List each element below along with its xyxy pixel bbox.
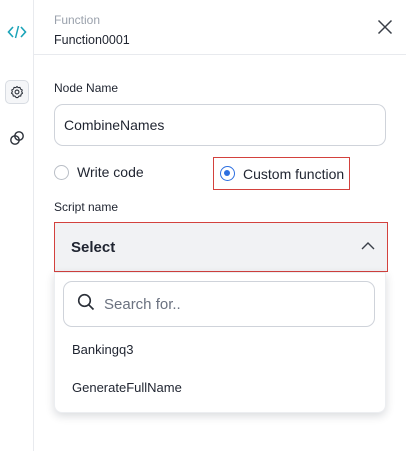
radio-checked[interactable] [220, 166, 235, 181]
dropdown-option[interactable]: GenerateFullName [72, 380, 182, 395]
gear-icon [5, 80, 29, 104]
left-rail [0, 0, 34, 451]
radio-custom-function[interactable]: Custom function [213, 157, 350, 190]
script-name-select[interactable]: Select [54, 222, 388, 272]
script-dropdown: Bankingq3 GenerateFullName [54, 272, 386, 413]
search-icon [77, 293, 95, 316]
radio-custom-function-label: Custom function [243, 165, 345, 182]
panel-subtitle: Function [54, 13, 101, 27]
dropdown-search[interactable] [63, 281, 375, 327]
radio-unchecked[interactable] [54, 164, 69, 180]
select-value: Select [71, 238, 116, 256]
node-name-input[interactable] [54, 104, 386, 146]
radio-write-code-label: Write code [77, 164, 144, 180]
script-name-label: Script name [54, 200, 119, 214]
close-icon[interactable] [374, 16, 396, 38]
radio-write-code[interactable]: Write code [54, 164, 144, 180]
panel-title: Function0001 [54, 33, 130, 47]
code-icon[interactable] [0, 20, 34, 44]
dropdown-option[interactable]: Bankingq3 [72, 342, 133, 357]
search-input[interactable] [104, 295, 364, 313]
node-name-label: Node Name [54, 81, 119, 95]
link-icon[interactable] [0, 126, 34, 150]
panel-header: Function Function0001 [34, 0, 406, 55]
chevron-up-icon[interactable] [361, 238, 375, 256]
settings-tab[interactable] [0, 80, 34, 104]
